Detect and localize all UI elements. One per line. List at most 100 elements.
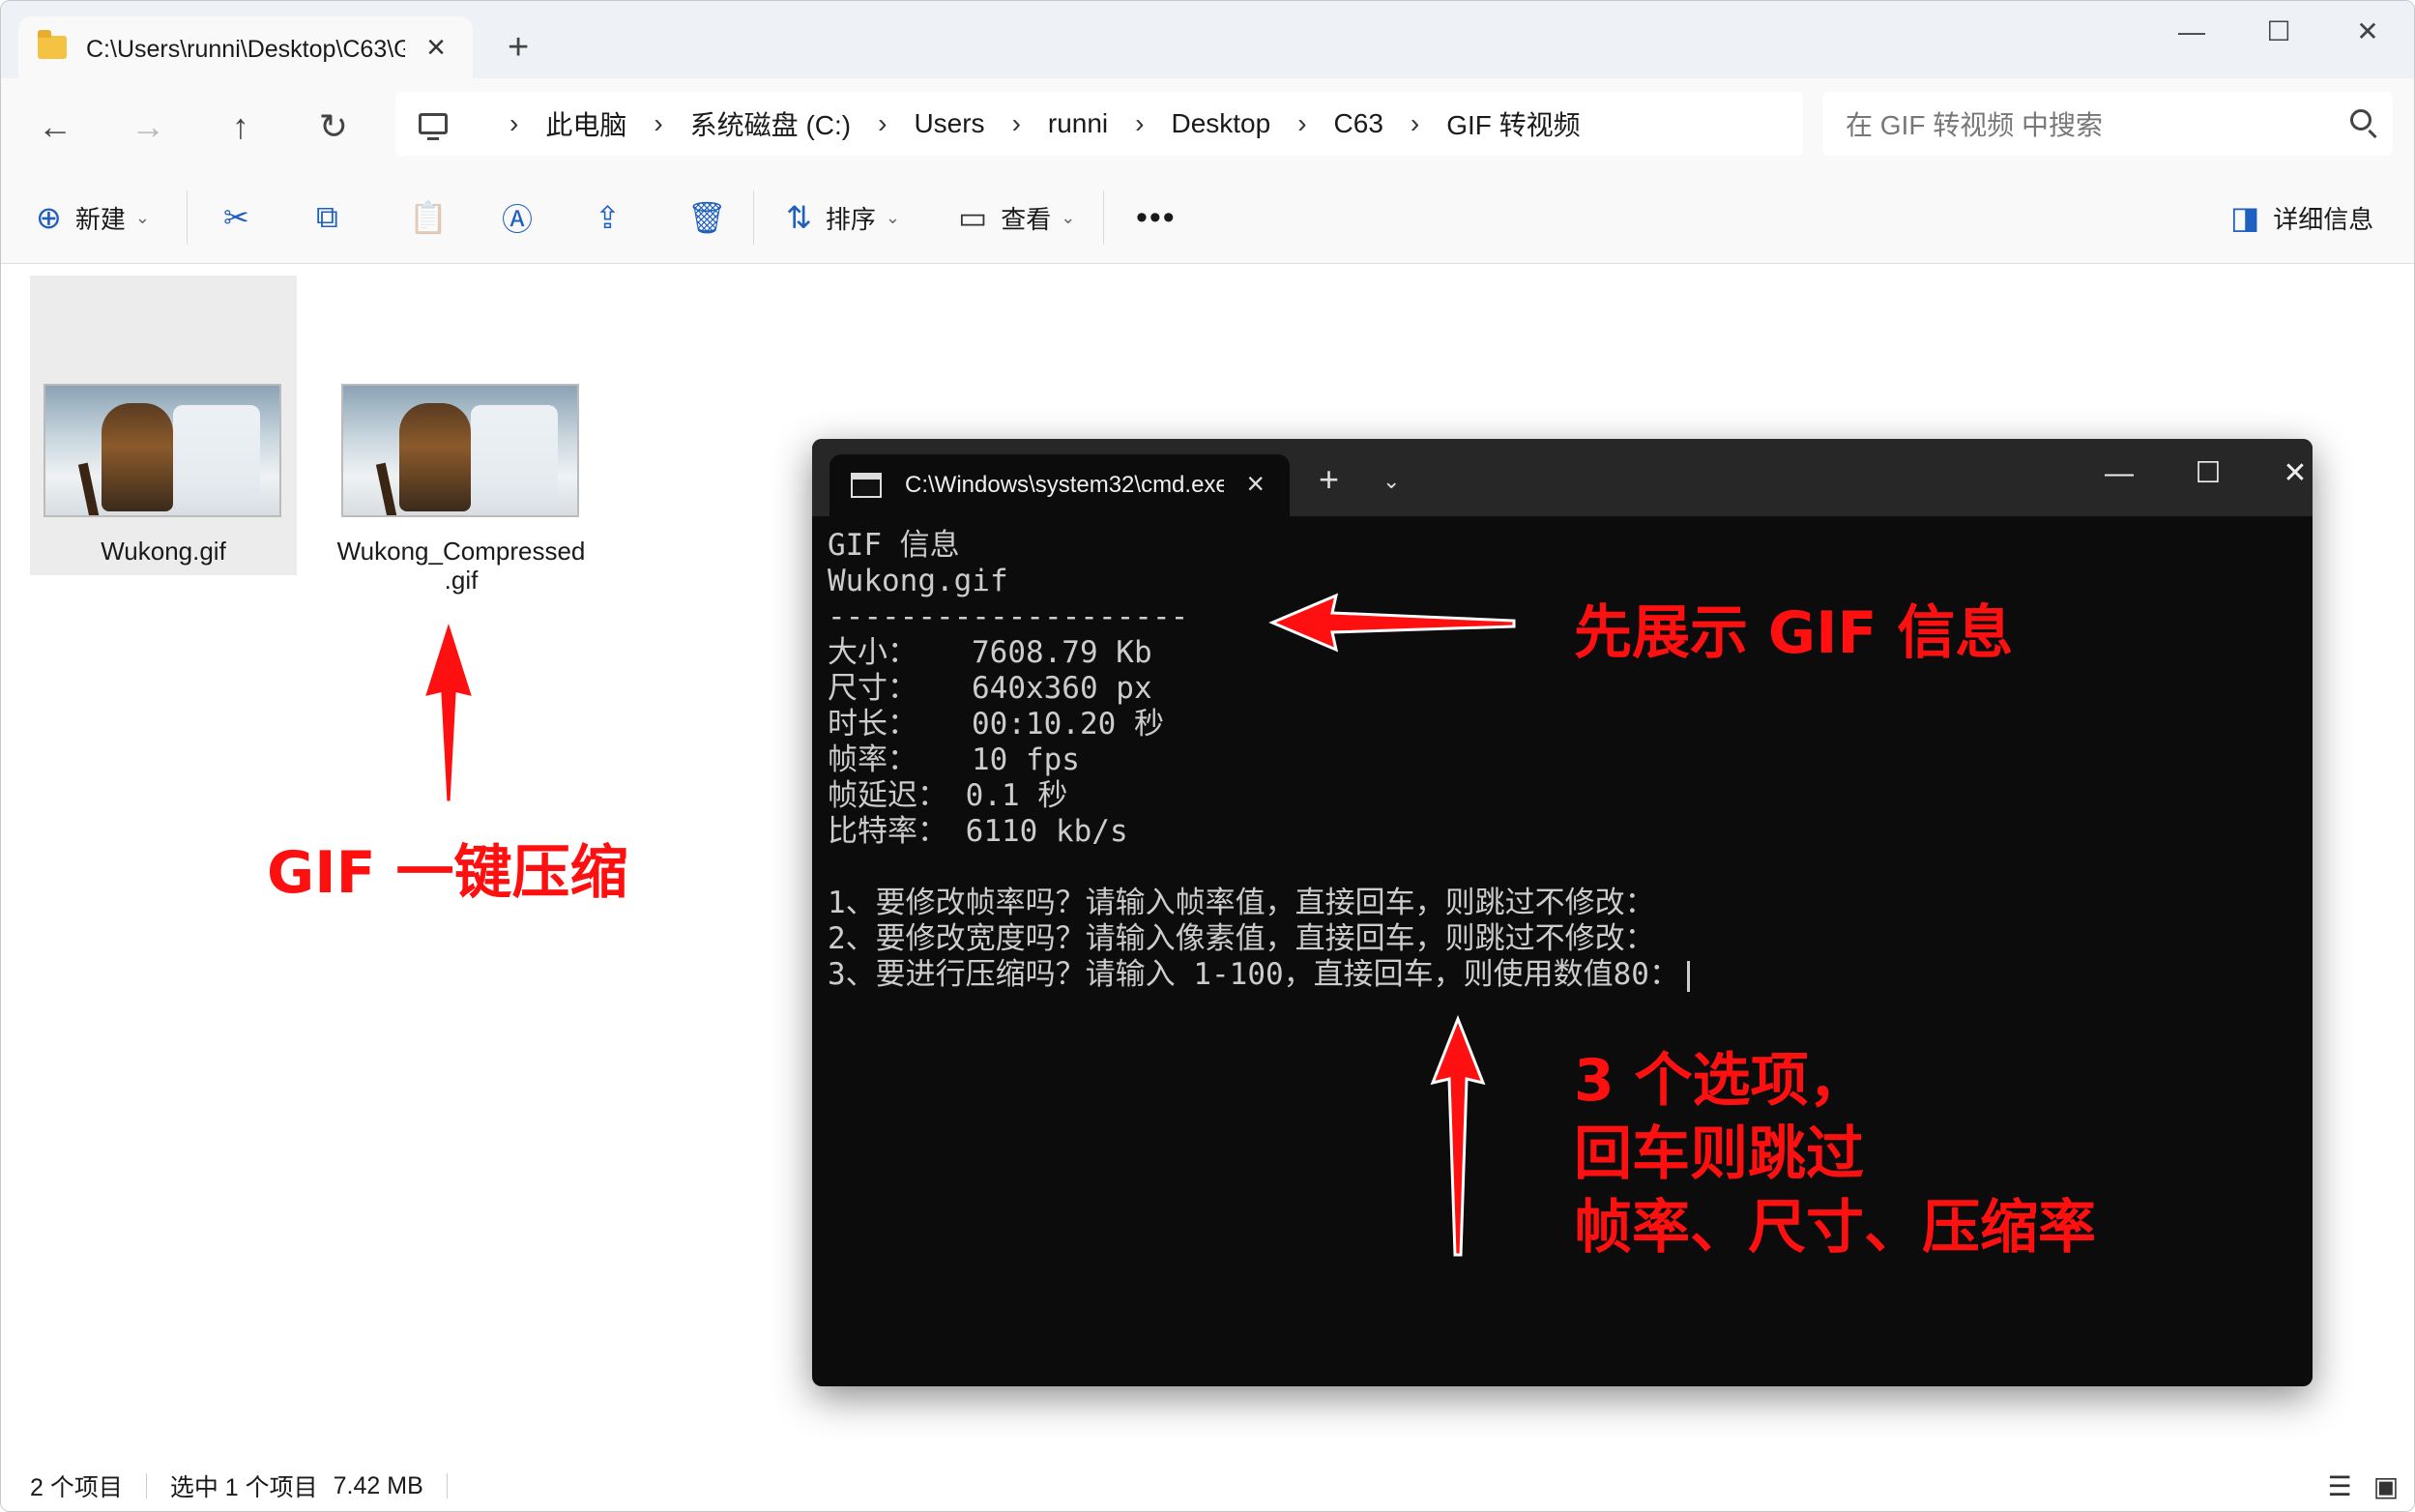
sort-button[interactable]: ⇅ 排序 ⌄ xyxy=(786,194,900,241)
details-pane-button[interactable]: ◨ 详细信息 xyxy=(2230,194,2373,241)
console-line: Wukong.gif xyxy=(828,564,1008,598)
trash-icon: 🗑 xyxy=(687,200,727,235)
breadcrumb-chevron-icon[interactable]: › xyxy=(654,108,662,139)
new-tab-plus-icon[interactable]: + xyxy=(1319,460,1339,499)
annotation-gif-info: 先展示 GIF 信息 xyxy=(1574,599,2014,667)
minimize-icon[interactable]: — xyxy=(2090,454,2148,493)
console-line: 尺寸： 640x360 px xyxy=(828,671,1152,706)
console-output[interactable]: GIF 信息 Wukong.gif -------------------- 大小： … xyxy=(828,528,2297,993)
toolbar-divider xyxy=(753,190,754,245)
chevron-down-icon[interactable]: ⌄ xyxy=(1382,462,1400,501)
command-toolbar: ⊕ 新建 ⌄ ✂ ⧉ 📋 Ⓐ ⇪ 🗑 ⇅ 排序 ⌄ ▭ 查看 ⌄ ••• ◨ 详… xyxy=(1,171,2414,264)
file-name-extension: .gif xyxy=(444,566,479,595)
address-bar: ← → ↑ ↻ › 此电脑 › 系统磁盘 (C:) › Users › runn… xyxy=(1,78,2414,171)
minimize-icon[interactable]: — xyxy=(2163,13,2221,51)
search-icon[interactable] xyxy=(2350,109,2371,131)
search-input[interactable]: 在 GIF 转视频 中搜索 xyxy=(1822,92,2393,156)
console-prompt-line: 3、要进行压缩吗？请输入 1-100，直接回车，则使用数值80： xyxy=(828,957,2297,993)
annotation-options-line: 回车则跳过 xyxy=(1574,1120,1864,1188)
breadcrumb-item[interactable]: C63 xyxy=(1334,108,1383,139)
breadcrumb-item[interactable]: GIF 转视频 xyxy=(1446,104,1580,143)
cmd-tab-title: C:\Windows\system32\cmd.exe xyxy=(905,472,1224,498)
console-line: 2、要修改宽度吗？请输入像素值，直接回车，则跳过不修改： xyxy=(828,921,1655,956)
copy-icon: ⧉ xyxy=(316,199,338,234)
cmd-title-bar: C:\Windows\system32\cmd.exe × + ⌄ — ☐ ✕ xyxy=(812,439,2313,516)
gif-thumbnail xyxy=(341,384,579,517)
sort-icon: ⇅ xyxy=(786,200,812,235)
copy-button[interactable]: ⧉ xyxy=(316,194,352,241)
chevron-down-icon: ⌄ xyxy=(885,207,900,227)
tiles-view-icon[interactable]: ▣ xyxy=(2371,1472,2400,1501)
window-close-icon[interactable]: ✕ xyxy=(2266,454,2313,493)
breadcrumb[interactable]: › 此电脑 › 系统磁盘 (C:) › Users › runni › Desk… xyxy=(395,92,1803,156)
console-line: 1、要修改帧率吗？请输入帧率值，直接回车，则跳过不修改： xyxy=(828,886,1655,920)
plus-circle-icon: ⊕ xyxy=(36,200,62,235)
explorer-tab[interactable]: C:\Users\runni\Desktop\C63\GIF 转视频 × xyxy=(18,16,473,78)
paste-button[interactable]: 📋 xyxy=(409,194,461,241)
rename-button[interactable]: Ⓐ xyxy=(502,194,546,241)
explorer-tab-title: C:\Users\runni\Desktop\C63\GIF 转视频 xyxy=(86,36,405,63)
toolbar-divider xyxy=(1103,190,1104,245)
breadcrumb-item[interactable]: 此电脑 xyxy=(545,104,626,143)
close-tab-icon[interactable]: × xyxy=(1246,464,1265,503)
scissors-icon: ✂ xyxy=(223,200,249,235)
delete-button[interactable]: 🗑 xyxy=(687,194,741,241)
up-arrow-icon[interactable]: ↑ xyxy=(216,102,266,152)
item-count: 2 个项目 xyxy=(30,1474,123,1501)
details-button-label: 详细信息 xyxy=(2273,204,2374,234)
terminal-icon xyxy=(851,473,882,498)
details-view-icon[interactable]: ☰ xyxy=(2325,1472,2354,1501)
breadcrumb-chevron-icon[interactable]: › xyxy=(878,108,887,139)
status-divider xyxy=(446,1473,448,1498)
cmd-tab[interactable]: C:\Windows\system32\cmd.exe × xyxy=(829,454,1290,516)
maximize-icon[interactable]: ☐ xyxy=(2179,454,2237,493)
breadcrumb-chevron-icon[interactable]: › xyxy=(1012,108,1021,139)
chevron-down-icon: ⌄ xyxy=(1061,207,1076,227)
breadcrumb-item[interactable]: 系统磁盘 (C:) xyxy=(690,104,851,143)
console-line: 时长： 00:10.20 秒 xyxy=(828,707,1164,741)
more-dots-icon: ••• xyxy=(1136,198,1177,236)
breadcrumb-chevron-icon[interactable]: › xyxy=(1411,108,1419,139)
breadcrumb-chevron-icon[interactable]: › xyxy=(509,108,518,139)
folder-icon xyxy=(38,30,67,59)
console-line: 3、要进行压缩吗？请输入 1-100，直接回车，则使用数值80： xyxy=(828,957,1679,992)
text-cursor xyxy=(1686,960,1690,992)
breadcrumb-item[interactable]: Users xyxy=(914,108,984,139)
status-divider xyxy=(145,1473,147,1498)
view-button-label: 查看 xyxy=(1001,204,1052,234)
annotation-options-line: 3 个选项， xyxy=(1574,1047,1867,1115)
annotation-gif-compress: GIF 一键压缩 xyxy=(267,839,628,907)
status-bar: 2 个项目 选中 1 个项目 7.42 MB xyxy=(1,1461,2414,1511)
refresh-icon[interactable]: ↻ xyxy=(308,102,359,152)
cut-button[interactable]: ✂ xyxy=(223,194,263,241)
annotation-options-line: 帧率、尺寸、压缩率 xyxy=(1574,1194,2096,1262)
close-tab-icon[interactable]: × xyxy=(426,28,446,67)
this-pc-icon[interactable] xyxy=(419,113,448,140)
file-item-wukong-gif[interactable]: Wukong.gif xyxy=(30,276,297,575)
annotation-options: 3 个选项， 回车则跳过 帧率、尺寸、压缩率 xyxy=(1574,1044,2096,1265)
maximize-icon[interactable]: ☐ xyxy=(2250,13,2308,51)
window-close-icon[interactable]: ✕ xyxy=(2339,13,2397,51)
selection-info: 选中 1 个项目 xyxy=(169,1474,318,1501)
new-button[interactable]: ⊕ 新建 ⌄ xyxy=(36,194,150,241)
console-line: GIF 信息 xyxy=(828,528,960,563)
view-button[interactable]: ▭ 查看 ⌄ xyxy=(958,194,1075,241)
breadcrumb-chevron-icon[interactable]: › xyxy=(1135,108,1144,139)
breadcrumb-item[interactable]: Desktop xyxy=(1171,108,1270,139)
console-line: 帧率： 10 fps xyxy=(828,742,1080,777)
console-line: -------------------- xyxy=(828,599,1189,634)
forward-arrow-icon[interactable]: → xyxy=(123,102,173,152)
file-name: Wukong_Compressed xyxy=(336,537,586,566)
explorer-tab-bar: C:\Users\runni\Desktop\C63\GIF 转视频 × + —… xyxy=(1,1,2414,78)
breadcrumb-item[interactable]: runni xyxy=(1048,108,1108,139)
file-item-wukong-compressed-gif[interactable]: Wukong_Compressed .gif xyxy=(328,276,595,595)
breadcrumb-chevron-icon[interactable]: › xyxy=(1297,108,1306,139)
more-options-button[interactable]: ••• xyxy=(1136,194,1177,241)
paste-icon: 📋 xyxy=(409,200,448,235)
search-placeholder: 在 GIF 转视频 中搜索 xyxy=(1846,110,2104,140)
share-button[interactable]: ⇪ xyxy=(595,194,634,241)
file-name: Wukong.gif xyxy=(101,537,226,566)
back-arrow-icon[interactable]: ← xyxy=(30,102,80,152)
new-tab-plus-icon[interactable]: + xyxy=(508,28,529,67)
